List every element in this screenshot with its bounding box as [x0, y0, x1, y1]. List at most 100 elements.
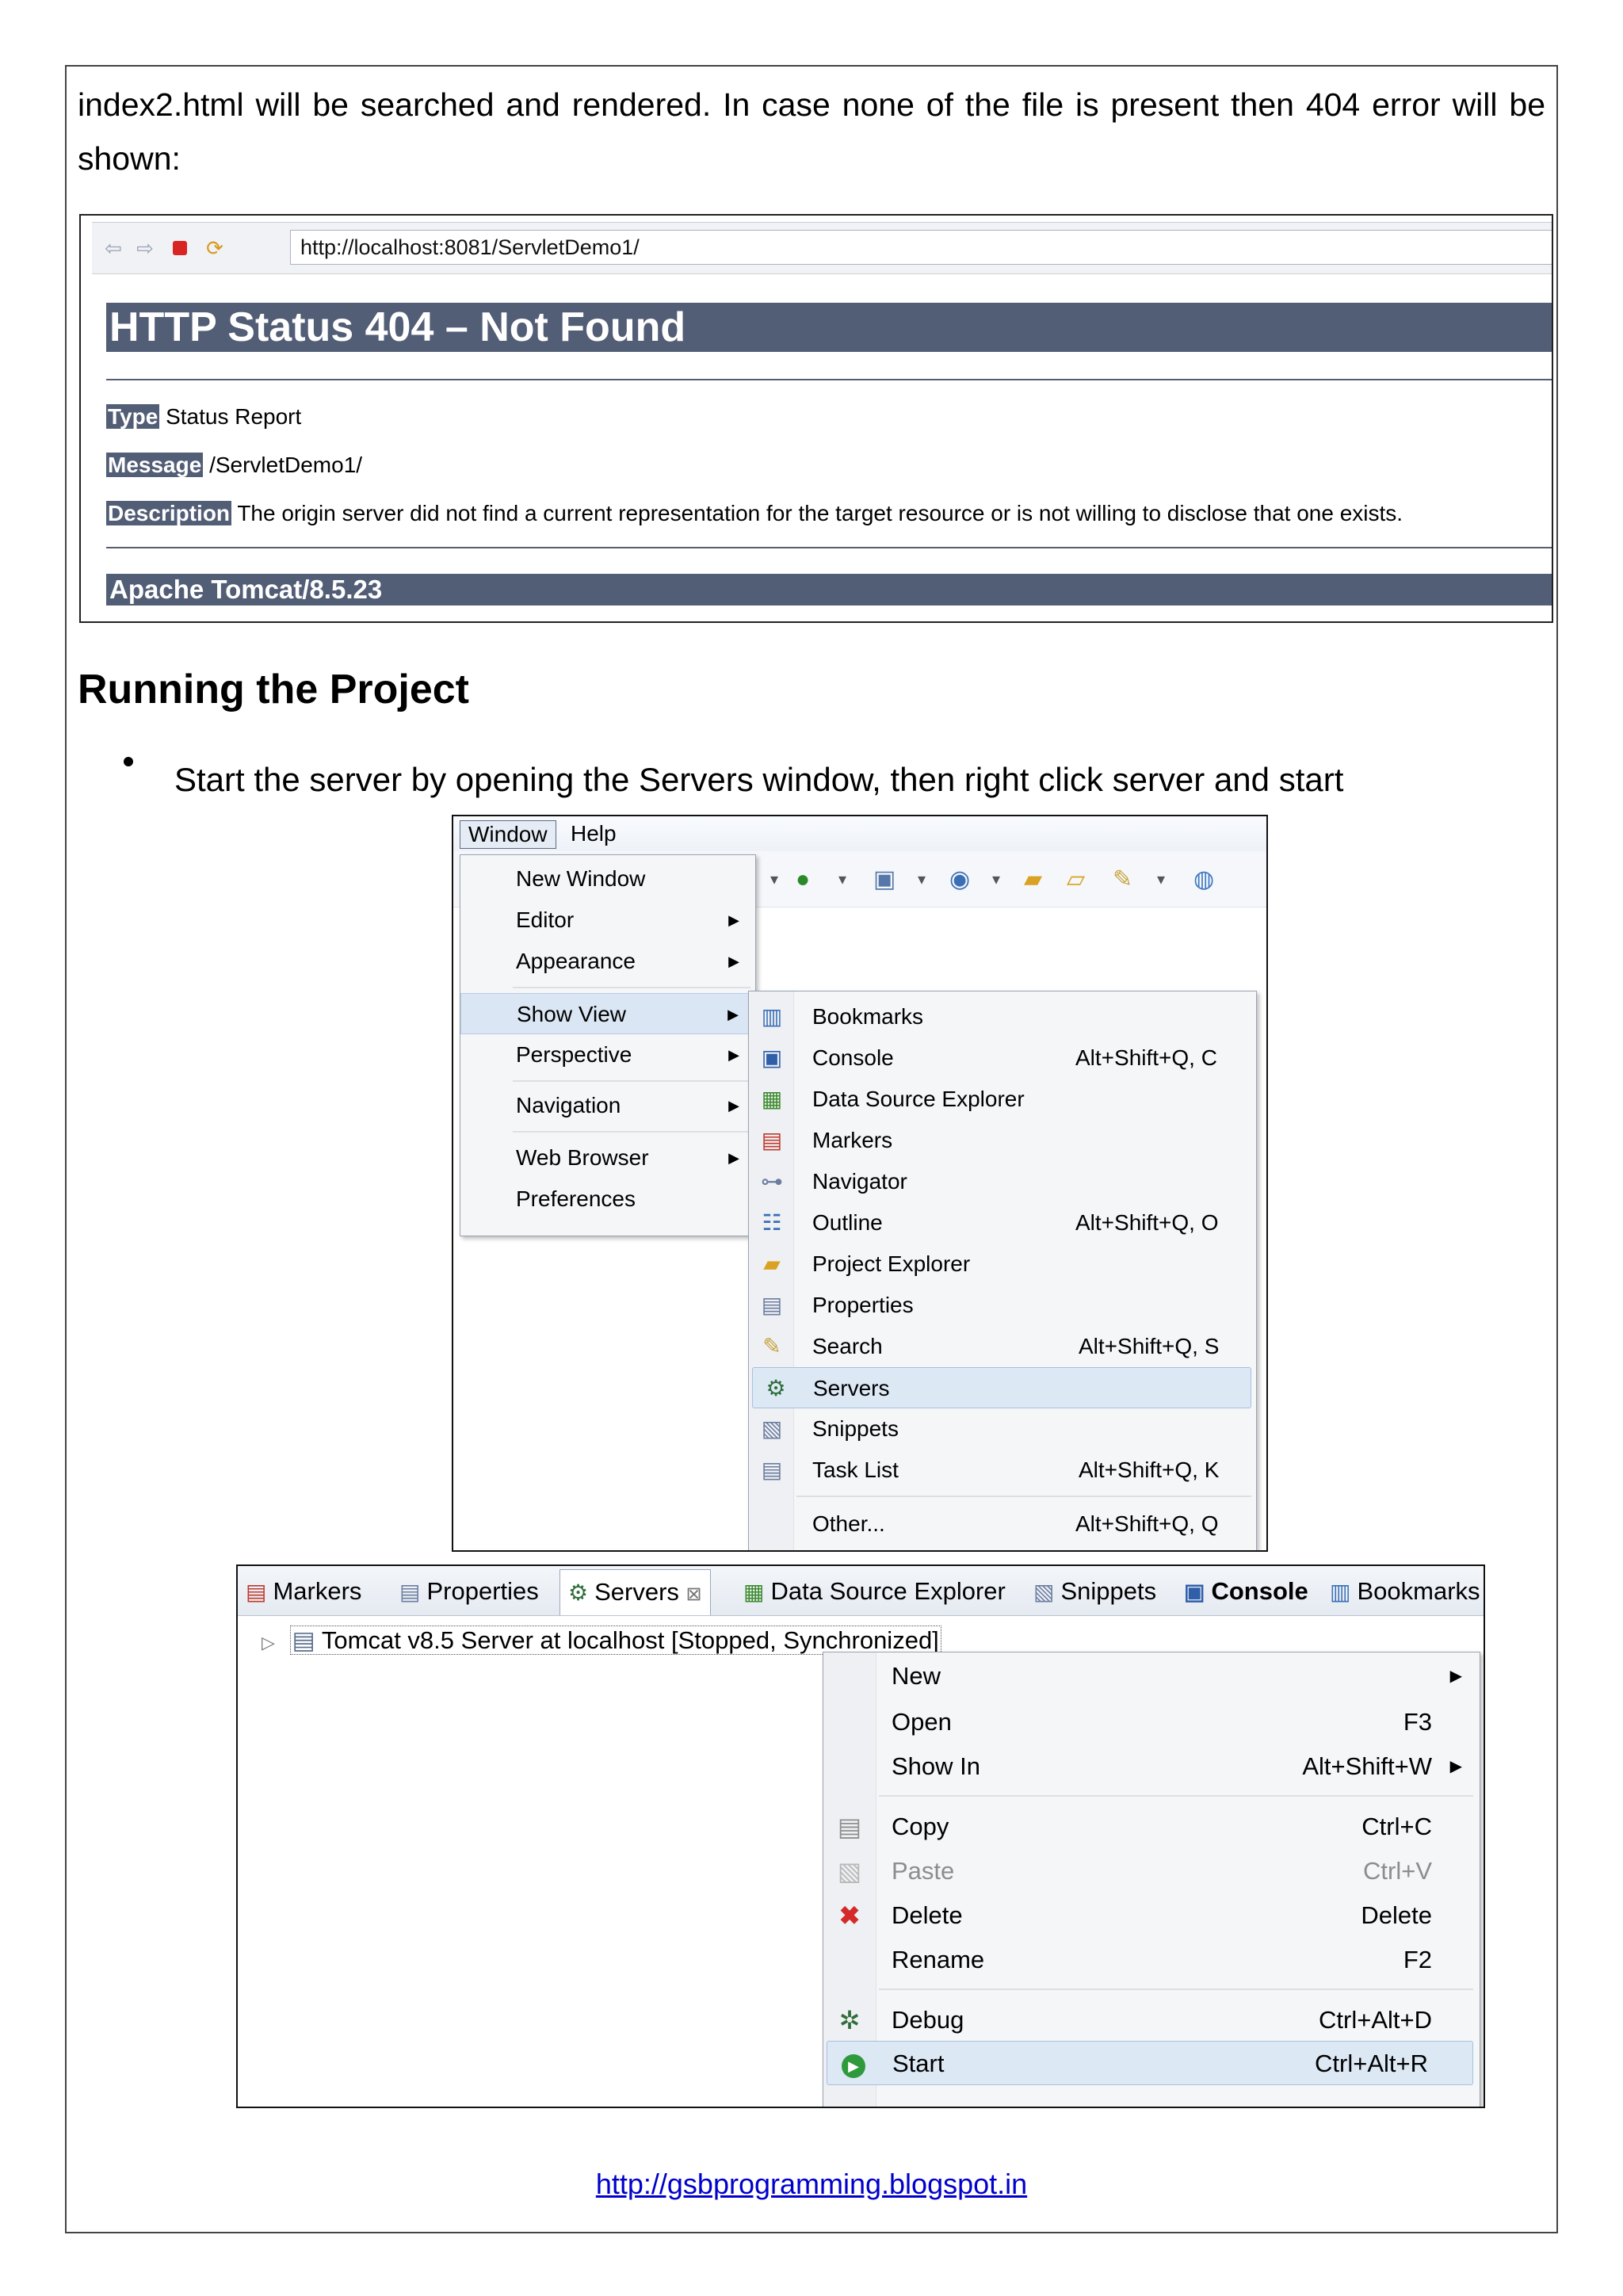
dropdown-icon[interactable]: ▾	[1157, 867, 1165, 892]
section-heading: Running the Project	[78, 667, 469, 712]
context-item-copy[interactable]: ▤ Copy Ctrl+C	[823, 1805, 1480, 1849]
menu-item-label: Show In	[892, 1752, 981, 1780]
tab-data-source-explorer[interactable]: ▦ Data Source Explorer	[743, 1572, 1006, 1610]
menu-item-appearance[interactable]: Appearance ▶	[460, 941, 755, 982]
dropdown-icon[interactable]: ▾	[838, 867, 846, 892]
refresh-icon[interactable]: ⟳	[203, 237, 227, 259]
context-item-paste[interactable]: ▧ Paste Ctrl+V	[823, 1849, 1480, 1893]
view-item-properties[interactable]: ▤ Properties	[749, 1285, 1256, 1326]
view-item-outline[interactable]: ☷ Outline Alt+Shift+Q, O	[749, 1202, 1256, 1244]
shortcut-label: Ctrl+C	[1361, 1813, 1432, 1840]
tab-label: Bookmarks	[1357, 1577, 1480, 1605]
menu-separator	[513, 1131, 750, 1133]
new-class-icon[interactable]: ◉	[949, 867, 970, 892]
shortcut-label: Ctrl+Alt+D	[1319, 2006, 1432, 2034]
menu-bar: Window Help	[453, 816, 1266, 852]
dropdown-icon[interactable]: ▾	[918, 867, 926, 892]
menu-item-label: New	[892, 1662, 941, 1690]
window-menu: New Window Editor ▶ Appearance ▶ Show View…	[460, 854, 756, 1236]
context-item-open[interactable]: Open F3	[823, 1700, 1480, 1744]
shortcut-label: F3	[1403, 1708, 1432, 1736]
open-folder-icon[interactable]: ▰	[1024, 867, 1042, 892]
tab-snippets[interactable]: ▧ Snippets	[1033, 1572, 1156, 1610]
menu-item-editor[interactable]: Editor ▶	[460, 900, 755, 941]
view-item-project-explorer[interactable]: ▰ Project Explorer	[749, 1244, 1256, 1285]
open-type-icon[interactable]: ▱	[1067, 867, 1085, 892]
bookmarks-icon: ▥	[761, 1004, 783, 1029]
view-item-snippets[interactable]: ▧ Snippets	[749, 1408, 1256, 1450]
submenu-arrow-icon: ▶	[1449, 1668, 1462, 1685]
view-item-task-list[interactable]: ▤ Task List Alt+Shift+Q, K	[749, 1450, 1256, 1491]
search-icon[interactable]: ✎	[1113, 867, 1132, 892]
shortcut-label: Delete	[1361, 1901, 1432, 1929]
tab-bookmarks[interactable]: ▥ Bookmarks	[1330, 1572, 1480, 1610]
tab-label: Properties	[426, 1577, 539, 1605]
menu-window[interactable]: Window	[460, 820, 556, 849]
paste-icon: ▧	[837, 1857, 862, 1885]
menu-item-label: Paste	[892, 1857, 955, 1885]
menu-item-preferences[interactable]: Preferences	[460, 1179, 755, 1220]
bullet-text: Start the server by opening the Servers …	[174, 761, 1344, 798]
menu-item-show-view[interactable]: Show View ▶	[460, 993, 755, 1034]
expand-triangle-icon[interactable]: ▷	[262, 1633, 275, 1652]
menu-item-web-browser[interactable]: Web Browser ▶	[460, 1137, 755, 1179]
delete-icon: ✖	[838, 1901, 861, 1930]
stop-icon[interactable]	[168, 237, 192, 259]
view-item-bookmarks[interactable]: ▥ Bookmarks	[749, 996, 1256, 1037]
dropdown-icon[interactable]: ▾	[992, 867, 1000, 892]
close-tab-icon[interactable]: ⊠	[686, 1584, 702, 1605]
view-item-other[interactable]: Other... Alt+Shift+Q, Q	[749, 1503, 1256, 1545]
menu-item-label: Open	[892, 1708, 952, 1736]
address-bar[interactable]: http://localhost:8081/ServletDemo1/	[290, 230, 1552, 265]
menu-item-label: Preferences	[516, 1186, 636, 1211]
menu-item-label: Properties	[812, 1293, 914, 1317]
menu-item-new-window[interactable]: New Window	[460, 858, 755, 900]
server-label[interactable]: ▤ Tomcat v8.5 Server at localhost [Stopp…	[289, 1626, 941, 1655]
tab-servers[interactable]: ⚙ Servers ⊠	[559, 1569, 711, 1615]
show-view-submenu: ▥ Bookmarks ▣ Console Alt+Shift+Q, C ▦ Data …	[748, 991, 1257, 1550]
server-name: Tomcat v8.5 Server at localhost	[321, 1626, 665, 1654]
view-item-data-source-explorer[interactable]: ▦ Data Source Explorer	[749, 1079, 1256, 1120]
tab-properties[interactable]: ▤ Properties	[399, 1572, 539, 1610]
globe-icon[interactable]: ◍	[1193, 867, 1214, 892]
menu-item-label: Rename	[892, 1946, 985, 1973]
snippets-icon: ▧	[1033, 1580, 1055, 1604]
shortcut-label: Alt+Shift+Q, K	[1079, 1457, 1220, 1482]
view-item-markers[interactable]: ▤ Markers	[749, 1120, 1256, 1161]
forward-arrow-icon[interactable]: ⇨	[133, 237, 157, 259]
dropdown-icon[interactable]: ▾	[770, 867, 778, 892]
context-item-delete[interactable]: ✖ Delete Delete	[823, 1893, 1480, 1938]
server-context-menu: New ▶ Open F3 Show In Alt+Shift+W ▶ ▤ Copy Ctr…	[823, 1652, 1480, 2107]
blog-link[interactable]: http://gsbprogramming.blogspot.in	[0, 2165, 1623, 2203]
menu-help[interactable]: Help	[563, 820, 624, 847]
back-arrow-icon[interactable]: ⇦	[101, 237, 125, 259]
menu-item-label: Bookmarks	[812, 1004, 924, 1029]
tab-markers[interactable]: ▤ Markers	[246, 1572, 361, 1610]
server-icon: ▤	[292, 1626, 315, 1654]
menu-item-navigation[interactable]: Navigation ▶	[460, 1085, 755, 1126]
menu-separator	[513, 987, 750, 988]
context-item-start[interactable]: ▶ Start Ctrl+Alt+R	[827, 2041, 1473, 2085]
bullet-dot	[124, 757, 133, 766]
run-icon[interactable]: ●	[796, 867, 810, 892]
server-state: [Stopped, Synchronized]	[671, 1626, 939, 1654]
shortcut-label: Ctrl+V	[1363, 1857, 1432, 1885]
context-item-show-in[interactable]: Show In Alt+Shift+W ▶	[823, 1744, 1480, 1789]
context-item-debug[interactable]: ✲ Debug Ctrl+Alt+D	[823, 1998, 1480, 2042]
markers-icon: ▤	[761, 1128, 783, 1152]
menu-item-label: Snippets	[812, 1416, 899, 1441]
view-item-servers[interactable]: ⚙ Servers	[752, 1367, 1251, 1408]
context-item-new[interactable]: New ▶	[823, 1654, 1480, 1698]
view-item-search[interactable]: ✎ Search Alt+Shift+Q, S	[749, 1326, 1256, 1367]
view-item-navigator[interactable]: ⊶ Navigator	[749, 1161, 1256, 1202]
menu-item-label: Console	[812, 1045, 894, 1070]
shortcut-label: Ctrl+Alt+R	[1315, 2050, 1428, 2077]
tab-console[interactable]: ▣ Console	[1184, 1572, 1308, 1610]
menu-item-label: Data Source Explorer	[812, 1087, 1025, 1111]
menu-item-perspective[interactable]: Perspective ▶	[460, 1034, 755, 1075]
submenu-arrow-icon: ▶	[1449, 1758, 1462, 1775]
context-item-rename[interactable]: Rename F2	[823, 1938, 1480, 1982]
new-server-icon[interactable]: ▣	[873, 867, 896, 892]
view-item-console[interactable]: ▣ Console Alt+Shift+Q, C	[749, 1037, 1256, 1079]
menu-separator	[513, 1080, 750, 1082]
